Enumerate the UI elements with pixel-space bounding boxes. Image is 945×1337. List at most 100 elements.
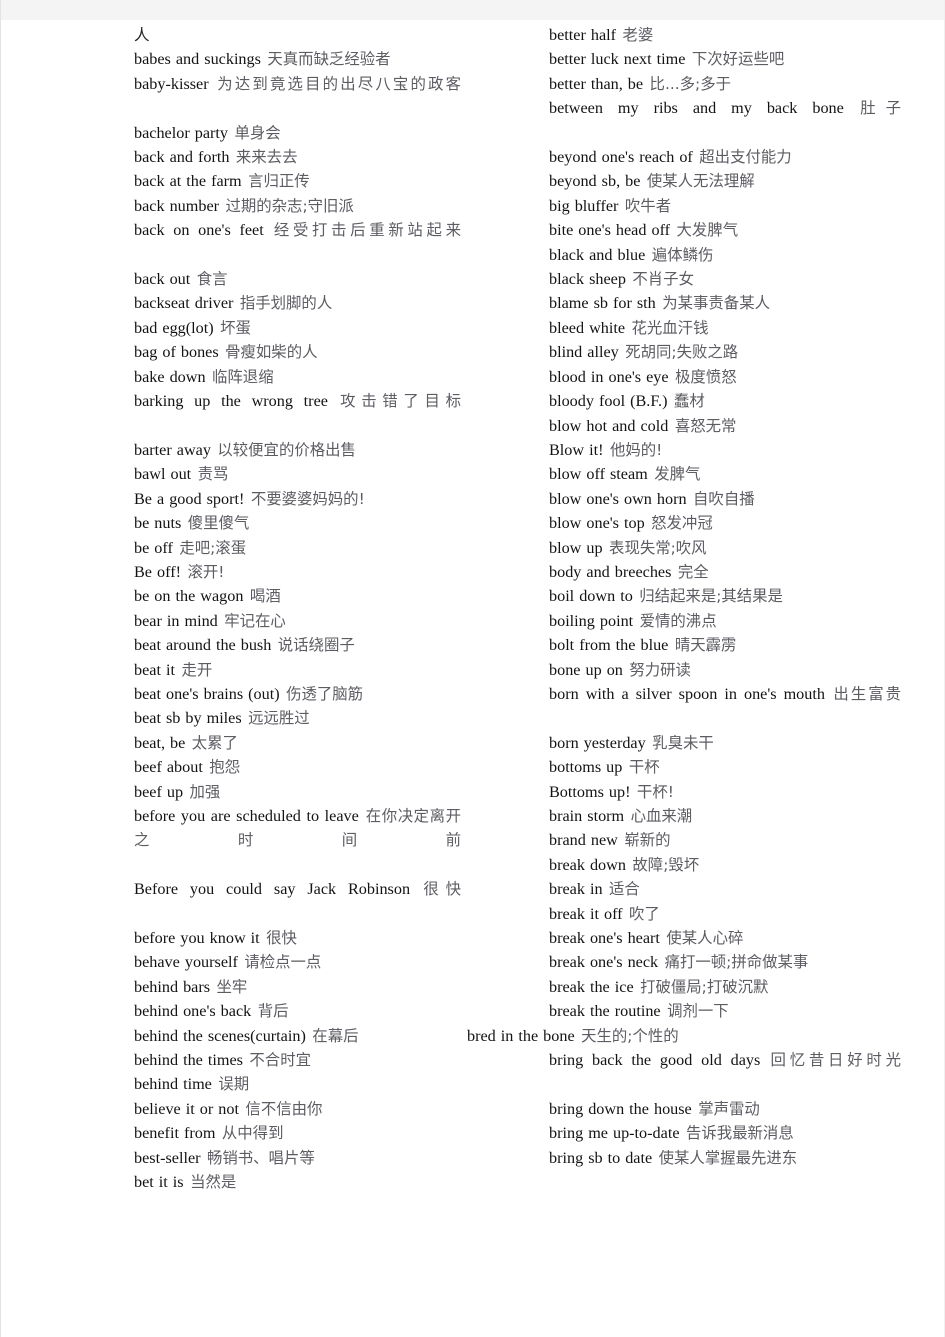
entry-definition-chinese: 经受打击后重新站起来 [270, 221, 461, 240]
glossary-entry: bring me up-to-date 告诉我最新消息 [549, 1121, 901, 1145]
entry-term-english: better than, be [549, 74, 644, 93]
glossary-entry: boil down to 归结起来是;其结果是 [549, 584, 901, 608]
entry-definition-chinese: 天生的;个性的 [581, 1026, 679, 1045]
glossary-entry: blood in one's eye 极度愤怒 [549, 365, 901, 389]
entry-term-english: best-seller [134, 1148, 201, 1167]
entry-definition-chinese: 适合 [609, 880, 640, 899]
entry-definition-chinese: 骨瘦如柴的人 [225, 343, 318, 362]
entry-definition-chinese: 滚开! [187, 562, 225, 581]
entry-definition-chinese: 单身会 [234, 123, 281, 142]
entry-definition-chinese: 使某人无法理解 [646, 172, 755, 191]
entry-term-english: blow one's own horn [549, 489, 687, 508]
left-column: 人 babes and suckings 天真而缺乏经验者 baby-kisser 为达… [134, 23, 461, 1195]
glossary-entry: blow one's top 怒发冲冠 [549, 511, 901, 535]
entry-definition-chinese: 为某事责备某人 [662, 294, 770, 313]
entry-definition-chinese: 干杯 [628, 758, 660, 777]
entry-term-english: back and forth [134, 148, 230, 167]
glossary-entry: Before you could say Jack Robinson 很快 [134, 877, 461, 926]
entry-term-english: babes and suckings [134, 50, 261, 69]
glossary-entry: babes and suckings 天真而缺乏经验者 [134, 47, 461, 71]
glossary-entry: believe it or not 信不信由你 [134, 1097, 461, 1121]
right-column: better half 老婆 better luck next time 下次好运些吧… [467, 23, 901, 1170]
glossary-entry: Be a good sport! 不要婆婆妈妈的! [134, 487, 461, 511]
entry-definition-chinese: 指手划脚的人 [239, 294, 333, 313]
glossary-entry: benefit from 从中得到 [134, 1121, 461, 1145]
entry-term-english: barking up the wrong tree [134, 392, 328, 411]
entry-definition-chinese: 很快 [416, 880, 461, 899]
glossary-entry: be off 走吧;滚蛋 [134, 536, 461, 560]
glossary-entry: be on the wagon 喝酒 [134, 584, 461, 608]
entry-definition-chinese: 加强 [189, 782, 221, 801]
entry-term-english: beat, be [134, 733, 186, 752]
entry-definition-chinese: 坏蛋 [220, 318, 251, 337]
entry-definition-chinese: 走开 [181, 660, 213, 679]
entry-definition-chinese: 乳臭未干 [652, 733, 714, 752]
entry-definition-chinese: 不合时宜 [249, 1051, 311, 1070]
glossary-entry: back at the farm 言归正传 [134, 169, 461, 193]
entry-term-english: beyond one's reach of [549, 148, 693, 167]
entry-definition-chinese: 误期 [218, 1075, 250, 1094]
entry-term-english: break in [549, 880, 603, 899]
entry-term-english: believe it or not [134, 1099, 239, 1118]
entry-definition-chinese: 死胡同;失败之路 [625, 343, 739, 362]
glossary-entry: bleed white 花光血汗钱 [549, 316, 901, 340]
glossary-entry: break the ice 打破僵局;打破沉默 [549, 975, 901, 999]
entry-term-english: boiling point [549, 611, 634, 630]
glossary-entry: bachelor party 单身会 [134, 121, 461, 145]
entry-term-english: beat one's brains (out) [134, 684, 280, 703]
glossary-entry: blow off steam 发脾气 [549, 462, 901, 486]
glossary-entry: bottoms up 干杯 [549, 755, 901, 779]
glossary-entry: break one's heart 使某人心碎 [549, 926, 901, 950]
entry-term-english: behind one's back [134, 1002, 252, 1021]
glossary-entry: break in 适合 [549, 877, 901, 901]
glossary-entry: bone up on 努力研读 [549, 658, 901, 682]
entry-term-english: brand new [549, 831, 618, 850]
entry-term-english: benefit from [134, 1124, 216, 1143]
entry-definition-chinese: 努力研读 [629, 660, 691, 679]
entry-term-english: break down [549, 855, 626, 874]
entry-definition-chinese: 他妈的! [609, 440, 663, 459]
glossary-entry: barking up the wrong tree 攻击错了目标 [134, 389, 461, 438]
entry-definition-chinese: 远远胜过 [248, 709, 310, 728]
glossary-entry: back and forth 来来去去 [134, 145, 461, 169]
entry-term-english: back number [134, 196, 220, 215]
glossary-entry: bred in the bone 天生的;个性的 [467, 1024, 901, 1048]
glossary-entry: break down 故障;毁坏 [549, 853, 901, 877]
entry-term-english: bring me up-to-date [549, 1124, 680, 1143]
entry-term-english: body and breeches [549, 562, 672, 581]
entry-term-english: behind time [134, 1075, 212, 1094]
glossary-entry: break it off 吹了 [549, 902, 901, 926]
entry-definition-chinese: 来来去去 [235, 148, 298, 167]
entry-definition-chinese: 畅销书、唱片等 [206, 1148, 315, 1167]
entry-term-english: bachelor party [134, 123, 229, 142]
entry-term-english: big bluffer [549, 196, 619, 215]
glossary-entry: blame sb for sth 为某事责备某人 [549, 291, 901, 315]
entry-term-english: bring down the house [549, 1099, 692, 1118]
glossary-entry: bite one's head off 大发脾气 [549, 218, 901, 242]
entry-definition-chinese: 怒发冲冠 [651, 514, 713, 533]
entry-definition-chinese: 痛打一顿;拼命做某事 [664, 953, 809, 972]
entry-term-english: blow one's top [549, 514, 645, 533]
glossary-entry: beyond one's reach of 超出支付能力 [549, 145, 901, 169]
entry-definition-chinese: 自吹自播 [693, 489, 755, 508]
glossary-entry: be nuts 傻里傻气 [134, 511, 461, 535]
glossary-entry: bear in mind 牢记在心 [134, 609, 461, 633]
entry-term-english: beef about [134, 758, 203, 777]
glossary-entry: brand new 崭新的 [549, 828, 901, 852]
entry-term-english: behave yourself [134, 953, 238, 972]
entry-definition-chinese: 蠢材 [673, 392, 705, 411]
two-column-body: 人 babes and suckings 天真而缺乏经验者 baby-kisser 为达… [1, 23, 944, 1223]
entry-definition-chinese: 告诉我最新消息 [685, 1124, 794, 1143]
entry-term-english: bear in mind [134, 611, 218, 630]
document-page: 人 babes and suckings 天真而缺乏经验者 baby-kisser 为达… [0, 0, 945, 1337]
entry-definition-chinese: 掌声雷动 [698, 1099, 760, 1118]
entry-definition-chinese: 比...多;多于 [649, 74, 731, 93]
glossary-entry: better half 老婆 [549, 23, 901, 47]
glossary-entry: bad egg(lot) 坏蛋 [134, 316, 461, 340]
glossary-entry: brain storm 心血来潮 [549, 804, 901, 828]
entry-term-english: baby-kisser [134, 74, 209, 93]
entry-term-english: back out [134, 270, 191, 289]
entry-definition-chinese: 天真而缺乏经验者 [267, 50, 391, 69]
glossary-entry: blow hot and cold 喜怒无常 [549, 414, 901, 438]
entry-term-english: blood in one's eye [549, 367, 669, 386]
